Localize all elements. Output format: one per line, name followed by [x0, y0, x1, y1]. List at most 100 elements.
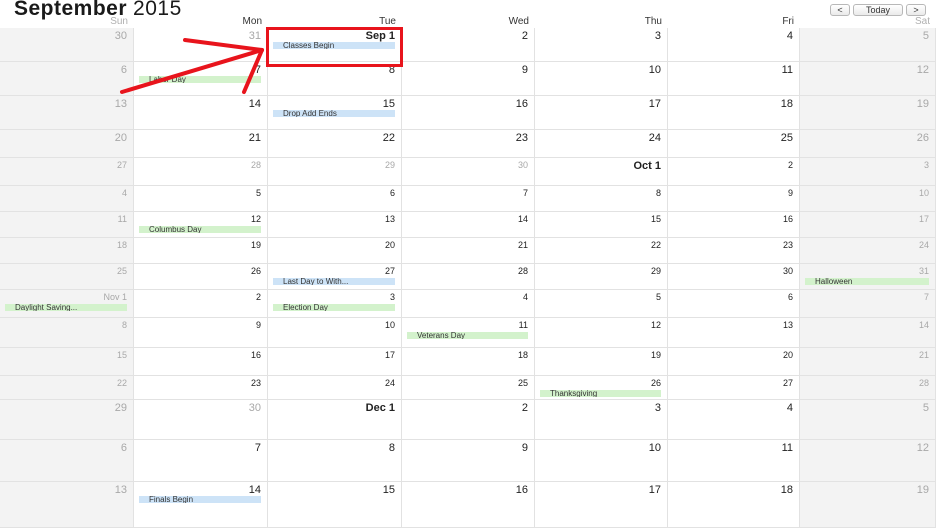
- day-cell[interactable]: 23: [668, 238, 800, 264]
- day-cell[interactable]: 10: [800, 186, 936, 212]
- day-cell[interactable]: 20: [0, 130, 134, 158]
- day-cell[interactable]: 30: [402, 158, 535, 186]
- day-cell[interactable]: 28: [402, 264, 535, 290]
- day-cell[interactable]: 9: [668, 186, 800, 212]
- day-cell[interactable]: 31: [134, 28, 268, 62]
- day-cell[interactable]: 27 Last Day to With...: [268, 264, 402, 290]
- day-cell[interactable]: 6: [268, 186, 402, 212]
- day-cell[interactable]: 26: [134, 264, 268, 290]
- day-cell[interactable]: 30: [0, 28, 134, 62]
- day-cell[interactable]: 18: [0, 238, 134, 264]
- day-cell[interactable]: 22: [0, 376, 134, 400]
- day-cell[interactable]: 15: [0, 348, 134, 376]
- day-cell[interactable]: 28: [134, 158, 268, 186]
- day-cell[interactable]: 12: [800, 62, 936, 96]
- day-cell[interactable]: 27: [668, 376, 800, 400]
- day-cell[interactable]: Nov 1 Daylight Saving...: [0, 290, 134, 318]
- day-cell[interactable]: Sep 1 Classes Begin: [268, 28, 402, 62]
- day-cell[interactable]: 20: [268, 238, 402, 264]
- day-cell[interactable]: 11: [668, 62, 800, 96]
- day-cell[interactable]: 4: [668, 28, 800, 62]
- day-cell[interactable]: 13: [268, 212, 402, 238]
- day-cell[interactable]: 14 Finals Begin: [134, 482, 268, 528]
- day-cell[interactable]: 12: [800, 440, 936, 482]
- day-cell[interactable]: 8: [0, 318, 134, 348]
- day-cell[interactable]: Dec 1: [268, 400, 402, 440]
- day-cell[interactable]: 10: [268, 318, 402, 348]
- day-cell[interactable]: 14: [134, 96, 268, 130]
- day-cell[interactable]: 17: [800, 212, 936, 238]
- day-cell[interactable]: 24: [268, 376, 402, 400]
- day-cell[interactable]: 13: [0, 482, 134, 528]
- calendar-event[interactable]: Thanksgiving: [540, 390, 661, 397]
- day-cell[interactable]: 7: [134, 440, 268, 482]
- day-cell[interactable]: 9: [402, 440, 535, 482]
- day-cell[interactable]: 2: [402, 400, 535, 440]
- day-cell[interactable]: 22: [268, 130, 402, 158]
- day-cell[interactable]: 8: [268, 440, 402, 482]
- calendar-event[interactable]: Finals Begin: [139, 496, 261, 503]
- day-cell[interactable]: 19: [800, 96, 936, 130]
- day-cell[interactable]: 29: [535, 264, 668, 290]
- day-cell[interactable]: 25: [0, 264, 134, 290]
- day-cell[interactable]: 22: [535, 238, 668, 264]
- day-cell[interactable]: 19: [134, 238, 268, 264]
- day-cell[interactable]: 11 Veterans Day: [402, 318, 535, 348]
- day-cell[interactable]: 21: [402, 238, 535, 264]
- day-cell[interactable]: 3: [535, 400, 668, 440]
- day-cell[interactable]: 12: [535, 318, 668, 348]
- day-cell[interactable]: 2: [668, 158, 800, 186]
- day-cell[interactable]: 2: [134, 290, 268, 318]
- day-cell[interactable]: 15: [535, 212, 668, 238]
- day-cell[interactable]: 9: [402, 62, 535, 96]
- day-cell[interactable]: 12 Columbus Day: [134, 212, 268, 238]
- calendar-event[interactable]: Labor Day: [139, 76, 261, 83]
- day-cell[interactable]: 17: [535, 96, 668, 130]
- day-cell[interactable]: 23: [134, 376, 268, 400]
- day-cell[interactable]: 21: [800, 348, 936, 376]
- day-cell[interactable]: 18: [668, 96, 800, 130]
- calendar-event[interactable]: Classes Begin: [273, 42, 395, 49]
- day-cell[interactable]: 13: [668, 318, 800, 348]
- day-cell[interactable]: 26 Thanksgiving: [535, 376, 668, 400]
- day-cell[interactable]: 4: [0, 186, 134, 212]
- day-cell[interactable]: 18: [668, 482, 800, 528]
- day-cell[interactable]: 30: [668, 264, 800, 290]
- day-cell[interactable]: 14: [402, 212, 535, 238]
- day-cell[interactable]: 27: [0, 158, 134, 186]
- day-cell[interactable]: 6: [0, 62, 134, 96]
- day-cell[interactable]: 17: [268, 348, 402, 376]
- calendar-event[interactable]: Veterans Day: [407, 332, 528, 339]
- day-cell[interactable]: 16: [134, 348, 268, 376]
- day-cell[interactable]: 2: [402, 28, 535, 62]
- day-cell[interactable]: 30: [134, 400, 268, 440]
- day-cell[interactable]: 8: [535, 186, 668, 212]
- day-cell[interactable]: 8: [268, 62, 402, 96]
- day-cell[interactable]: 9: [134, 318, 268, 348]
- calendar-event[interactable]: Daylight Saving...: [5, 304, 127, 311]
- day-cell[interactable]: 4: [668, 400, 800, 440]
- day-cell[interactable]: 3: [535, 28, 668, 62]
- day-cell[interactable]: 7 Labor Day: [134, 62, 268, 96]
- day-cell[interactable]: 29: [268, 158, 402, 186]
- day-cell[interactable]: 14: [800, 318, 936, 348]
- day-cell[interactable]: 19: [800, 482, 936, 528]
- day-cell[interactable]: 3: [800, 158, 936, 186]
- day-cell[interactable]: 31 Halloween: [800, 264, 936, 290]
- day-cell[interactable]: 4: [402, 290, 535, 318]
- day-cell[interactable]: 24: [800, 238, 936, 264]
- day-cell[interactable]: 7: [402, 186, 535, 212]
- day-cell[interactable]: 26: [800, 130, 936, 158]
- day-cell[interactable]: 19: [535, 348, 668, 376]
- day-cell[interactable]: 10: [535, 440, 668, 482]
- day-cell[interactable]: 5: [800, 28, 936, 62]
- calendar-event[interactable]: Halloween: [805, 278, 929, 285]
- day-cell[interactable]: 11: [0, 212, 134, 238]
- day-cell[interactable]: 25: [402, 376, 535, 400]
- calendar-event[interactable]: Last Day to With...: [273, 278, 395, 285]
- day-cell[interactable]: 13: [0, 96, 134, 130]
- day-cell[interactable]: 3 Election Day: [268, 290, 402, 318]
- today-button[interactable]: Today: [853, 4, 903, 16]
- day-cell[interactable]: 15 Drop Add Ends: [268, 96, 402, 130]
- day-cell[interactable]: 21: [134, 130, 268, 158]
